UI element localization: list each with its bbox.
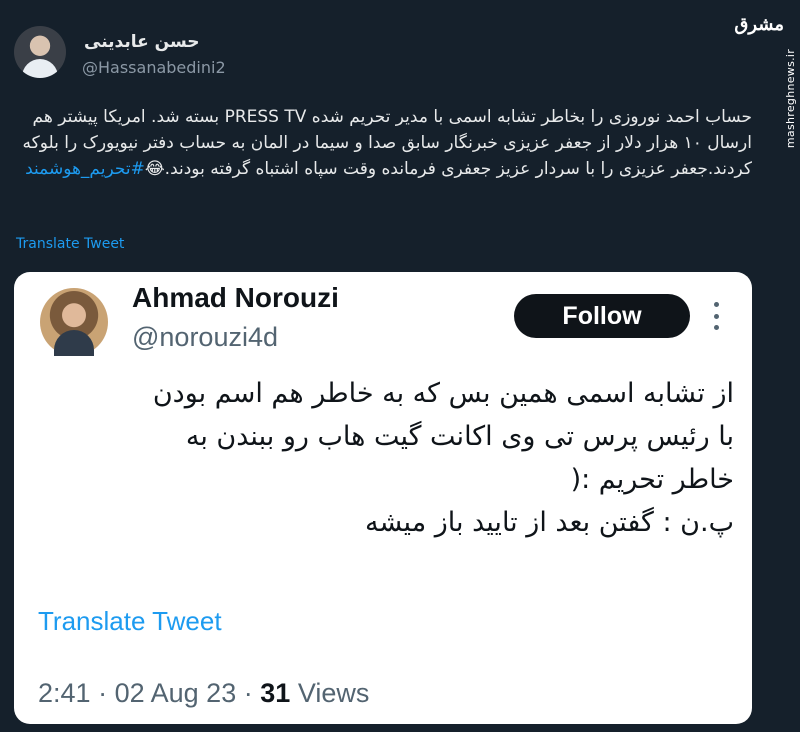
quoted-tweet-card[interactable]: Ahmad Norouzi @norouzi4d Follow از تشابه… bbox=[14, 272, 752, 724]
meta-separator: · bbox=[243, 678, 253, 708]
quoted-author-name[interactable]: Ahmad Norouzi bbox=[132, 282, 339, 314]
avatar[interactable] bbox=[40, 288, 108, 356]
views-label: Views bbox=[297, 678, 370, 708]
translate-tweet-link[interactable]: Translate Tweet bbox=[16, 236, 124, 252]
quoted-line: با رئیس پرس تی وی اکانت گیت هاب رو ببندن… bbox=[185, 421, 734, 452]
tweet-time[interactable]: 2:41 bbox=[38, 678, 91, 708]
author-handle[interactable]: @Hassanabedini2 bbox=[82, 58, 226, 77]
quoted-line: از تشابه اسمی همین بس که به خاطر هم اسم … bbox=[152, 378, 734, 409]
tweet-meta: 2:41 · 02 Aug 23 · 31 Views bbox=[38, 678, 369, 709]
translate-tweet-link[interactable]: Translate Tweet bbox=[38, 606, 222, 637]
views-count[interactable]: 31 bbox=[260, 678, 290, 708]
brand-url: mashreghnews.ir bbox=[783, 48, 797, 149]
hashtag-link[interactable]: #تحریم_هوشمند bbox=[25, 159, 145, 179]
meta-separator: · bbox=[98, 678, 108, 708]
quoted-tweet-text: از تشابه اسمی همین بس که به خاطر هم اسم … bbox=[44, 372, 734, 544]
brand-logo: مشرق bbox=[734, 14, 784, 35]
tweet-date[interactable]: 02 Aug 23 bbox=[115, 678, 237, 708]
tweet-text: حساب احمد نوروزی را بخاطر تشابه اسمی با … bbox=[18, 104, 752, 182]
quoted-line: خاطر تحریم :( bbox=[570, 464, 734, 495]
outer-tweet-header: حسن عابدینی @Hassanabedini2 bbox=[0, 0, 800, 90]
avatar[interactable] bbox=[14, 26, 66, 78]
follow-button[interactable]: Follow bbox=[514, 294, 690, 338]
quoted-author-handle[interactable]: @norouzi4d bbox=[132, 322, 278, 353]
author-name[interactable]: حسن عابدینی bbox=[84, 32, 200, 52]
quoted-line: پ.ن : گفتن بعد از تایید باز میشه bbox=[365, 507, 734, 538]
more-options-icon[interactable] bbox=[706, 302, 726, 330]
